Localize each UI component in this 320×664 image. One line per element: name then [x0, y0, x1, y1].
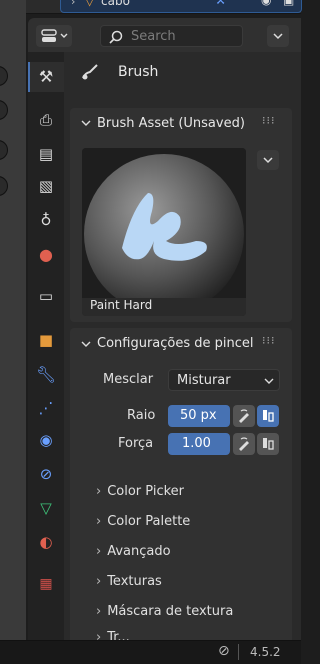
- subpanel-advanced[interactable]: › Avançado: [96, 544, 171, 559]
- constraints-icon[interactable]: ⊘: [36, 464, 56, 484]
- view-layer-icon[interactable]: ▧: [36, 176, 56, 196]
- chevron-down-icon: [263, 157, 273, 164]
- viewport-strip[interactable]: [0, 0, 26, 640]
- subpanel-label: Color Picker: [107, 484, 184, 499]
- modifiers-wrench-icon[interactable]: 🔧︎: [36, 364, 56, 384]
- chevron-down-icon[interactable]: [80, 338, 92, 350]
- blend-mode-value: Misturar: [177, 373, 231, 388]
- chevron-down-icon: [264, 378, 274, 384]
- subpanel-label: Avançado: [107, 544, 171, 559]
- outliner-row-selected[interactable]: › ▽ cabo ⚒ ◉ ▣: [60, 0, 302, 13]
- output-icon[interactable]: ▤: [36, 144, 56, 164]
- collection-icon[interactable]: ▭: [36, 286, 56, 306]
- chevron-right-icon: ›: [96, 544, 102, 559]
- radius-label: Raio: [127, 408, 156, 423]
- scene-icon[interactable]: ♁: [36, 210, 56, 230]
- tool-title: Brush: [118, 64, 159, 80]
- object-icon[interactable]: ■: [36, 330, 56, 350]
- viewport-gizmo-node[interactable]: [0, 140, 8, 160]
- viewport-gizmo-node[interactable]: [0, 176, 8, 196]
- network-status-icon[interactable]: ⊘: [218, 643, 230, 659]
- subpanel-texture-mask[interactable]: › Máscara de textura: [96, 604, 233, 619]
- search-placeholder: Search: [131, 29, 176, 44]
- data-mesh-icon[interactable]: ▽: [36, 498, 56, 518]
- subpanel-label: Máscara de textura: [107, 604, 234, 619]
- outliner-strip: › ▽ cabo ⚒ ◉ ▣: [26, 0, 302, 14]
- strength-unit-toggle[interactable]: [257, 433, 279, 455]
- editor-type-button[interactable]: [36, 25, 72, 47]
- visibility-eye-icon[interactable]: ◉: [261, 0, 271, 7]
- brush-preview-name: Paint Hard: [90, 298, 153, 312]
- chevron-right-icon: ›: [96, 484, 102, 499]
- outliner-object-name[interactable]: cabo: [101, 0, 130, 8]
- blend-label: Mesclar: [103, 372, 154, 387]
- brush-sphere-preview: [82, 148, 246, 314]
- chevron-down-icon[interactable]: [80, 117, 92, 129]
- material-icon[interactable]: ◐: [36, 532, 56, 552]
- radius-value: 50 px: [180, 408, 217, 423]
- scene-unit-icon: [263, 410, 274, 422]
- strength-label: Força: [118, 436, 154, 451]
- properties-header: Search: [28, 18, 301, 52]
- brush-asset-panel: Brush Asset (Unsaved) ⁝⁝⁝ Paint Hard: [70, 108, 292, 322]
- subpanel-label: Color Palette: [107, 514, 191, 529]
- particles-icon[interactable]: ⋰: [36, 398, 56, 418]
- tool-settings-icon[interactable]: ⚒: [36, 66, 56, 86]
- status-bar: ⊘ 4.5.2: [0, 640, 301, 664]
- subpanel-label: Texturas: [107, 574, 162, 589]
- world-icon[interactable]: ●: [36, 244, 56, 264]
- brush-settings-header[interactable]: Configurações de pincel: [97, 336, 254, 351]
- brush-asset-header[interactable]: Brush Asset (Unsaved): [97, 116, 245, 131]
- brush-icon: [80, 62, 100, 82]
- editor-type-icon: [41, 29, 68, 42]
- subpanel-color-palette[interactable]: › Color Palette: [96, 514, 190, 529]
- search-input[interactable]: Search: [100, 25, 243, 47]
- chevron-right-icon: ›: [96, 574, 102, 589]
- render-icon[interactable]: ⎙: [36, 110, 56, 130]
- drag-handle-icon[interactable]: ⁝⁝⁝: [262, 114, 276, 127]
- mesh-icon: ▽: [85, 0, 95, 8]
- chevron-down-icon: [273, 33, 283, 40]
- brush-preview-thumbnail[interactable]: Paint Hard: [82, 148, 246, 316]
- radius-field[interactable]: 50 px: [168, 405, 230, 427]
- subpanel-color-picker[interactable]: › Color Picker: [96, 484, 184, 499]
- status-divider: [238, 644, 239, 660]
- header-dropdown-button[interactable]: [267, 25, 289, 47]
- chevron-right-icon: ›: [96, 630, 102, 640]
- subpanel-textures[interactable]: › Texturas: [96, 574, 162, 589]
- modifier-icon[interactable]: ⚒: [215, 0, 226, 7]
- brush-asset-menu-button[interactable]: [257, 150, 279, 170]
- strength-pressure-toggle[interactable]: [233, 433, 255, 455]
- version-label: 4.5.2: [250, 645, 281, 659]
- viewport-gizmo-node[interactable]: [0, 66, 8, 86]
- radius-pressure-toggle[interactable]: [233, 405, 255, 427]
- drag-handle-icon[interactable]: ⁝⁝⁝: [262, 334, 276, 347]
- render-camera-icon[interactable]: ▣: [283, 0, 294, 7]
- texture-checker-icon[interactable]: ▦: [36, 574, 56, 594]
- pen-pressure-icon: [239, 409, 249, 423]
- scene-unit-icon: [263, 438, 274, 450]
- strength-value: 1.00: [182, 436, 211, 451]
- chevron-right-icon: ›: [96, 604, 102, 619]
- expand-arrow-icon[interactable]: ›: [71, 0, 75, 8]
- radius-unit-toggle[interactable]: [257, 405, 279, 427]
- chevron-right-icon: ›: [96, 514, 102, 529]
- strength-field[interactable]: 1.00: [168, 433, 230, 455]
- pen-pressure-icon: [239, 437, 249, 451]
- subpanel-label: Tr...: [107, 630, 130, 640]
- subpanel-partial[interactable]: › Tr...: [96, 630, 130, 640]
- search-icon: [109, 30, 123, 44]
- blend-mode-dropdown[interactable]: Misturar: [168, 369, 280, 391]
- viewport-gizmo-node[interactable]: [0, 100, 8, 120]
- physics-icon[interactable]: ◉: [36, 430, 56, 450]
